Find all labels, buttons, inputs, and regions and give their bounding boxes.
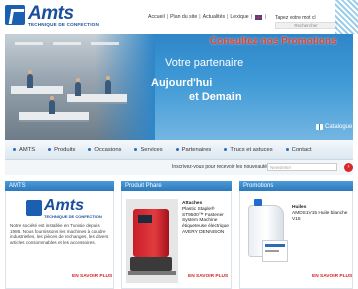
nav-item-services[interactable]: Services (134, 146, 163, 153)
separator: | (250, 14, 252, 20)
ceiling-lamp (53, 42, 81, 45)
top-link-actualites[interactable]: Actualités (203, 14, 226, 20)
banner-tagline-3: et Demain (189, 91, 242, 103)
machine-rail (128, 271, 176, 275)
catalogue-label: Catalogue (325, 124, 353, 130)
newsletter-bar: Inscrivez-vous pour recevoir les nouveau… (5, 160, 353, 175)
jug-cap (254, 199, 262, 206)
nav-item-occasions[interactable]: Occasions (88, 147, 121, 153)
amts-logo-small: Amts TECHNIQUE DE CONFECTION (26, 197, 111, 223)
nav-label: AMTS (19, 146, 36, 153)
logo-subtitle: TECHNIQUE DE CONFECTION (28, 22, 99, 27)
page: Amts TECHNIQUE DE CONFECTION Accueil | P… (0, 0, 358, 289)
ceiling-lamp (15, 42, 43, 45)
section-body: Attaches Plastic Staple® ST9500™ Fastene… (121, 191, 232, 289)
english-flag-icon[interactable] (254, 14, 262, 20)
logo-mark-icon (26, 200, 42, 216)
logo-mark-icon (5, 5, 25, 25)
worker (105, 76, 111, 94)
worker (49, 96, 55, 114)
top-links: Accueil | Plan du site | Actualités | Le… (148, 14, 266, 20)
logo-name: Amts (44, 197, 85, 214)
labeling-machine-image[interactable] (126, 199, 178, 283)
bullet-icon (175, 148, 179, 151)
search-input[interactable] (275, 14, 337, 21)
nav-label: Occasions (94, 146, 122, 153)
decorative-corner (335, 0, 358, 34)
ceiling-lamp (91, 42, 119, 45)
workbench (11, 86, 63, 96)
promotions-link[interactable]: Consultez nos Promotions (210, 36, 337, 47)
hero-banner: Consultez nos Promotions Votre partenair… (5, 34, 353, 140)
bullet-icon (13, 148, 16, 151)
separator: | (199, 14, 201, 20)
more-link[interactable]: EN SAVOIR PLUS (72, 274, 112, 279)
product-description: Attaches Plastic Staple® ST9500™ Fastene… (182, 201, 232, 236)
section-heading: Produit Phare (121, 181, 232, 191)
section-body: Amts TECHNIQUE DE CONFECTION Notre socié… (5, 191, 114, 289)
catalogue-link[interactable]: Catalogue (316, 124, 352, 130)
amts-logo[interactable]: Amts TECHNIQUE DE CONFECTION (5, 3, 105, 32)
book-icon (316, 124, 323, 130)
separator: | (166, 14, 169, 20)
bullet-icon (48, 148, 52, 151)
nav-label: Services (140, 146, 163, 153)
nav-label: Contact (291, 146, 312, 153)
product-details: Plastic Staple® ST9500™ Fastener System … (182, 206, 229, 235)
header: Amts TECHNIQUE DE CONFECTION Accueil | P… (0, 0, 358, 34)
bullet-icon (134, 148, 138, 151)
featured-product-section: Produit Phare Attaches Plastic Staple® S… (121, 181, 232, 289)
newsletter-submit-icon[interactable]: › (344, 163, 353, 172)
bullet-icon (88, 148, 92, 151)
nav-label: Trucs et astuces (230, 146, 273, 153)
top-link-lexique[interactable]: Lexique (230, 14, 248, 20)
banner-tagline-1: Votre partenaire (165, 57, 244, 69)
worker (27, 70, 33, 88)
section-heading: Promotions (239, 181, 353, 191)
promo-description: Huiles AMDS1V15 Huile blanche V15 (292, 205, 350, 222)
top-link-accueil[interactable]: Accueil (148, 14, 165, 20)
logo-subtitle: TECHNIQUE DE CONFECTION (44, 214, 102, 219)
amts-section: AMTS Amts TECHNIQUE DE CONFECTION Notre … (5, 181, 114, 289)
machine-base (130, 257, 172, 271)
workshop-photo (5, 34, 155, 140)
top-link-plan-du-site[interactable]: Plan du site (170, 14, 197, 20)
bullet-icon (285, 148, 289, 151)
nav-label: Produits (54, 146, 76, 153)
more-link[interactable]: EN SAVOIR PLUS (188, 274, 228, 279)
more-link[interactable]: EN SAVOIR PLUS (312, 274, 352, 279)
promo-details: AMDS1V15 Huile blanche V15 (292, 210, 348, 222)
promotions-section: Promotions Huiles AMDS1V15 Huile blanche… (239, 181, 353, 289)
bullet-icon (224, 148, 228, 151)
oil-jug-image[interactable] (248, 205, 288, 262)
section-body: Huiles AMDS1V15 Huile blanche V15 EN SAV… (239, 191, 353, 289)
banner-tagline-2: Aujourd'hui (151, 77, 213, 89)
machine-screen (138, 215, 152, 223)
nav-item-contact[interactable]: Contact (285, 146, 312, 153)
separator: | (227, 14, 229, 20)
newsletter-input[interactable] (267, 163, 337, 171)
nav-item-trucs-et-astuces[interactable]: Trucs et astuces (224, 146, 273, 153)
worker (75, 78, 81, 96)
newsletter-label: Inscrivez-vous pour recevoir les nouveau… (172, 164, 270, 170)
jug-label (262, 240, 288, 262)
about-text: Notre société est installée en Tunisie d… (10, 223, 109, 245)
nav-item-amts[interactable]: AMTS (13, 147, 35, 153)
separator: | (264, 14, 267, 20)
section-heading: AMTS (5, 181, 114, 191)
main-nav: AMTS Produits Occasions Services Partena… (5, 140, 353, 160)
search-button[interactable]: Rechercher (275, 22, 337, 29)
nav-label: Partenaires (181, 146, 212, 153)
nav-item-partenaires[interactable]: Partenaires (175, 146, 212, 153)
nav-item-produits[interactable]: Produits (48, 147, 75, 153)
